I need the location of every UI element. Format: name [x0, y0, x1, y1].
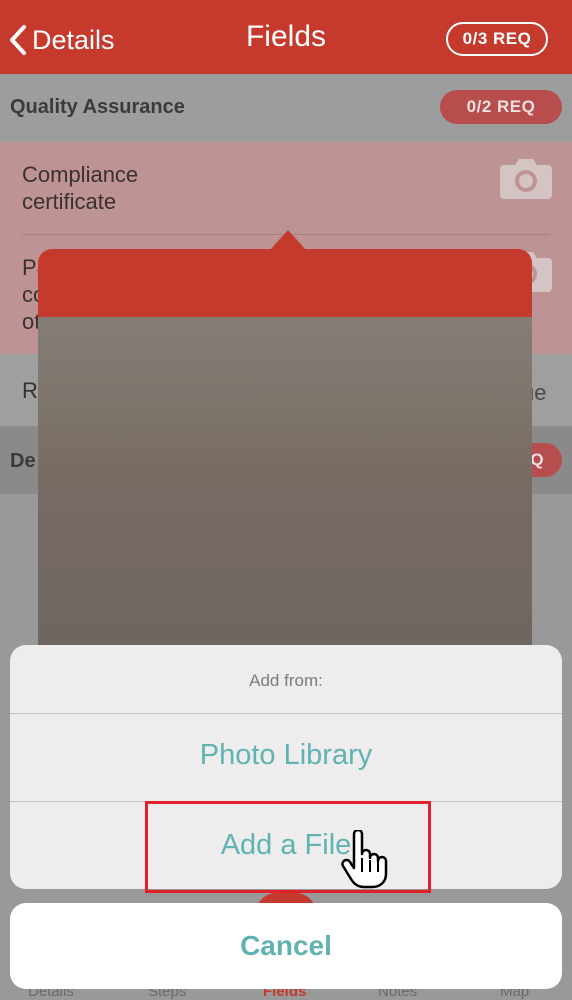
popover: [38, 249, 532, 669]
camera-icon[interactable]: [500, 157, 552, 199]
section-title: Quality Assurance: [10, 96, 185, 118]
cancel-button[interactable]: Cancel: [10, 903, 562, 989]
popover-header: [38, 249, 532, 317]
field-label: certificate: [22, 189, 117, 214]
hand-pointer-icon: [341, 830, 388, 889]
photo-library-button[interactable]: Photo Library: [10, 739, 562, 772]
section-title-2: De: [10, 450, 36, 472]
action-sheet-title: Add from:: [249, 671, 323, 690]
divider: [10, 713, 562, 714]
popover-arrow: [270, 230, 306, 250]
camera-preview: [38, 317, 532, 669]
field-row-compliance[interactable]: Compliance certificate: [22, 161, 138, 215]
section-req-badge: 0/2 REQ: [440, 90, 562, 124]
req-badge: 0/3 REQ: [446, 22, 548, 56]
field-label: Compliance: [22, 162, 139, 187]
